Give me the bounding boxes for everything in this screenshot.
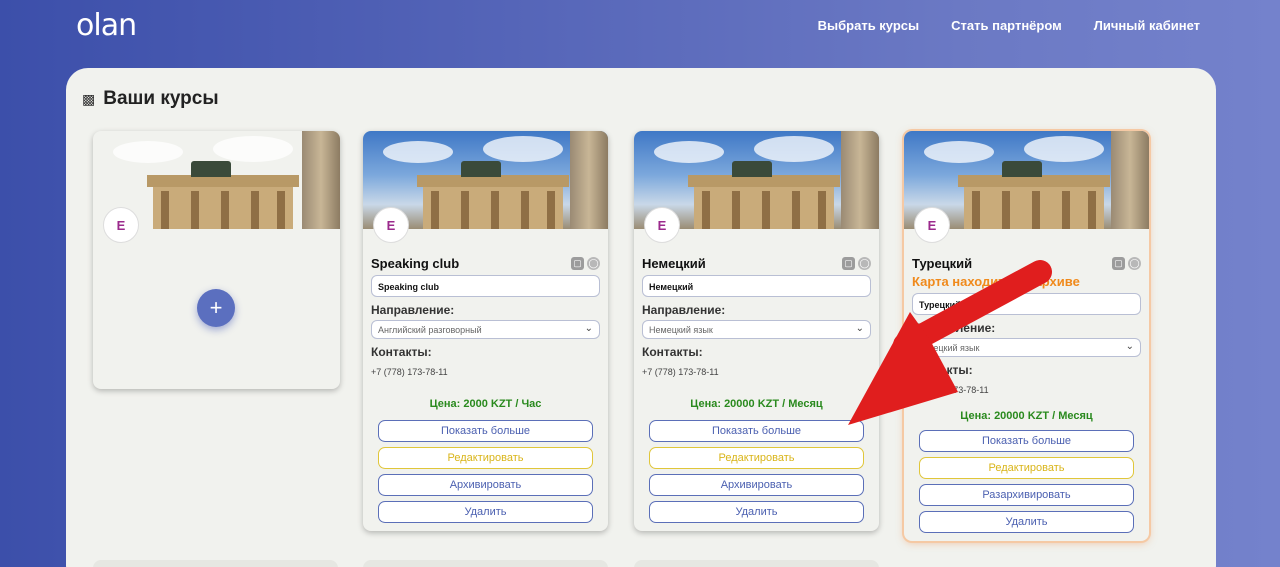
next-row-card-edge — [93, 560, 338, 567]
next-row-card-edge — [634, 560, 879, 567]
direction-label: Направление: — [642, 303, 726, 317]
course-name-field[interactable]: Турецкий — [912, 293, 1141, 315]
delete-button[interactable]: Удалить — [649, 501, 864, 523]
contact-phone: +7 (778) 173-78-11 — [912, 385, 989, 395]
contacts-label: Контакты: — [371, 345, 432, 359]
direction-label: Направление: — [371, 303, 455, 317]
globe-icon[interactable]: ◯ — [1128, 256, 1141, 270]
course-name: Турецкий — [912, 255, 973, 271]
school-avatar: E — [644, 207, 680, 243]
delete-button[interactable]: Удалить — [378, 501, 593, 523]
olan-logo[interactable]: olan — [76, 8, 137, 43]
page-title: Ваши курсы — [103, 88, 219, 109]
instagram-icon[interactable]: ▢ — [1112, 256, 1125, 270]
unarchive-button[interactable]: Разархивировать — [919, 484, 1134, 506]
instagram-icon[interactable]: ▢ — [571, 256, 584, 270]
school-avatar: E — [914, 207, 950, 243]
archive-button[interactable]: Архивировать — [378, 474, 593, 496]
direction-label: Направление: — [912, 321, 996, 335]
nav-personal-account[interactable]: Личный кабинет — [1094, 18, 1200, 33]
course-price: Цена: 2000 KZT / Час — [429, 398, 542, 410]
chevron-down-icon: ⌄ — [1125, 341, 1134, 352]
contacts-label: Контакты: — [912, 363, 973, 377]
course-card-german: E Немецкий ▢ ◯ Немецкий Направление: Неме… — [634, 131, 879, 531]
course-name-field[interactable]: Немецкий — [642, 275, 871, 297]
school-avatar: E — [373, 207, 409, 243]
edit-button[interactable]: Редактировать — [919, 457, 1134, 479]
contact-phone: +7 (778) 173-78-11 — [371, 367, 448, 377]
page-header: ▩ Ваши курсы — [82, 88, 219, 110]
direction-value: Английский разговорный — [378, 325, 482, 335]
direction-value: Турецкий язык — [919, 343, 980, 353]
contacts-label: Контакты: — [642, 345, 703, 359]
course-card-turkish: E Турецкий ▢ ◯ Карта находится в архиве Т… — [904, 131, 1149, 541]
nav-choose-courses[interactable]: Выбрать курсы — [818, 18, 920, 33]
instagram-icon[interactable]: ▢ — [842, 256, 855, 270]
chevron-down-icon: ⌄ — [584, 323, 593, 334]
direction-select[interactable]: Английский разговорный ⌄ — [371, 320, 600, 339]
top-navigation-bar: olan Выбрать курсы Стать партнёром Личны… — [0, 0, 1280, 60]
course-price: Цена: 20000 KZT / Месяц — [960, 410, 1093, 422]
add-course-button[interactable]: + — [197, 289, 235, 327]
next-row-card-edge — [363, 560, 608, 567]
archived-notice: Карта находится в архиве — [912, 274, 1080, 289]
show-more-button[interactable]: Показать больше — [649, 420, 864, 442]
globe-icon[interactable]: ◯ — [587, 256, 600, 270]
chevron-down-icon: ⌄ — [855, 323, 864, 334]
show-more-button[interactable]: Показать больше — [378, 420, 593, 442]
contact-phone: +7 (778) 173-78-11 — [642, 367, 719, 377]
direction-select[interactable]: Турецкий язык ⌄ — [912, 338, 1141, 357]
course-name: Немецкий — [642, 255, 706, 271]
globe-icon[interactable]: ◯ — [858, 256, 871, 270]
nav-become-partner[interactable]: Стать партнёром — [951, 18, 1062, 33]
school-avatar: E — [103, 207, 139, 243]
delete-button[interactable]: Удалить — [919, 511, 1134, 533]
course-name: Speaking club — [371, 255, 460, 271]
direction-value: Немецкий язык — [649, 325, 713, 335]
edit-button[interactable]: Редактировать — [649, 447, 864, 469]
course-name-field[interactable]: Speaking club — [371, 275, 600, 297]
course-price: Цена: 20000 KZT / Месяц — [690, 398, 823, 410]
archive-button[interactable]: Архивировать — [649, 474, 864, 496]
box-icon: ▩ — [82, 90, 96, 107]
course-card-speaking-club: E Speaking club ▢ ◯ Speaking club Направл… — [363, 131, 608, 531]
add-course-card: E + — [93, 131, 340, 389]
direction-select[interactable]: Немецкий язык ⌄ — [642, 320, 871, 339]
show-more-button[interactable]: Показать больше — [919, 430, 1134, 452]
edit-button[interactable]: Редактировать — [378, 447, 593, 469]
main-nav: Выбрать курсы Стать партнёром Личный каб… — [818, 18, 1200, 33]
